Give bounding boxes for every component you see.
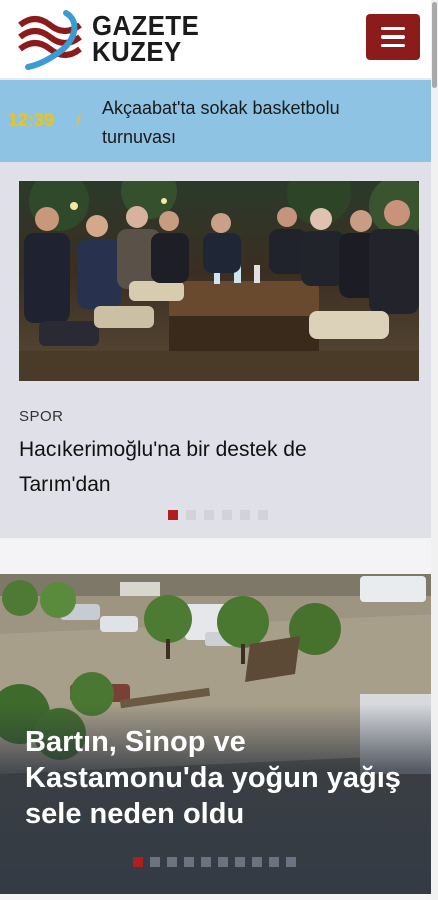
- slider-dot[interactable]: [133, 857, 143, 867]
- news-photo-meeting[interactable]: [19, 181, 419, 381]
- article-title[interactable]: Bartın, Sinop ve Kastamonu'da yoğun yağı…: [25, 724, 425, 832]
- featured-slider-top[interactable]: SPOR Hacıkerimoğlu'na bir destek de Tarı…: [0, 162, 438, 538]
- slider-dot[interactable]: [184, 857, 194, 867]
- slider-dot[interactable]: [168, 510, 178, 520]
- article-title[interactable]: Hacıkerimoğlu'na bir destek de Tarım'dan: [19, 432, 399, 502]
- logo-waves-icon: [18, 10, 82, 70]
- page-scrollbar[interactable]: [431, 0, 438, 900]
- ticker-separator: /: [76, 111, 81, 130]
- article-category[interactable]: SPOR: [19, 408, 64, 425]
- featured-slider-main[interactable]: Bartın, Sinop ve Kastamonu'da yoğun yağı…: [0, 574, 438, 894]
- slider-dot[interactable]: [258, 510, 268, 520]
- slider-pagination: [168, 510, 268, 520]
- slider-pagination: [133, 857, 296, 867]
- hamburger-menu-icon: [381, 26, 405, 31]
- logo-text-line2: KUZEY: [92, 36, 182, 67]
- section-divider: [0, 538, 438, 574]
- slider-dot[interactable]: [240, 510, 250, 520]
- slider-dot[interactable]: [186, 510, 196, 520]
- site-logo[interactable]: GAZETE KUZEY: [14, 6, 244, 72]
- slider-dot[interactable]: [269, 857, 279, 867]
- page: GAZETE KUZEY 12:39 / Akçaabat'ta sokak b…: [0, 0, 438, 900]
- ticker-time: 12:39: [8, 110, 55, 130]
- scrollbar-thumb[interactable]: [432, 2, 437, 88]
- slider-dot[interactable]: [218, 857, 228, 867]
- slider-dot[interactable]: [252, 857, 262, 867]
- slider-dot[interactable]: [204, 510, 214, 520]
- slider-dot[interactable]: [235, 857, 245, 867]
- site-header: GAZETE KUZEY: [0, 0, 438, 78]
- slider-dot[interactable]: [222, 510, 232, 520]
- slider-dot[interactable]: [286, 857, 296, 867]
- slider-dot[interactable]: [150, 857, 160, 867]
- hamburger-menu-button[interactable]: [366, 14, 420, 60]
- news-ticker[interactable]: 12:39 / Akçaabat'ta sokak basketbolu tur…: [0, 80, 438, 162]
- slider-dot[interactable]: [201, 857, 211, 867]
- ticker-headline[interactable]: Akçaabat'ta sokak basketbolu turnuvası: [102, 94, 402, 152]
- slider-dot[interactable]: [167, 857, 177, 867]
